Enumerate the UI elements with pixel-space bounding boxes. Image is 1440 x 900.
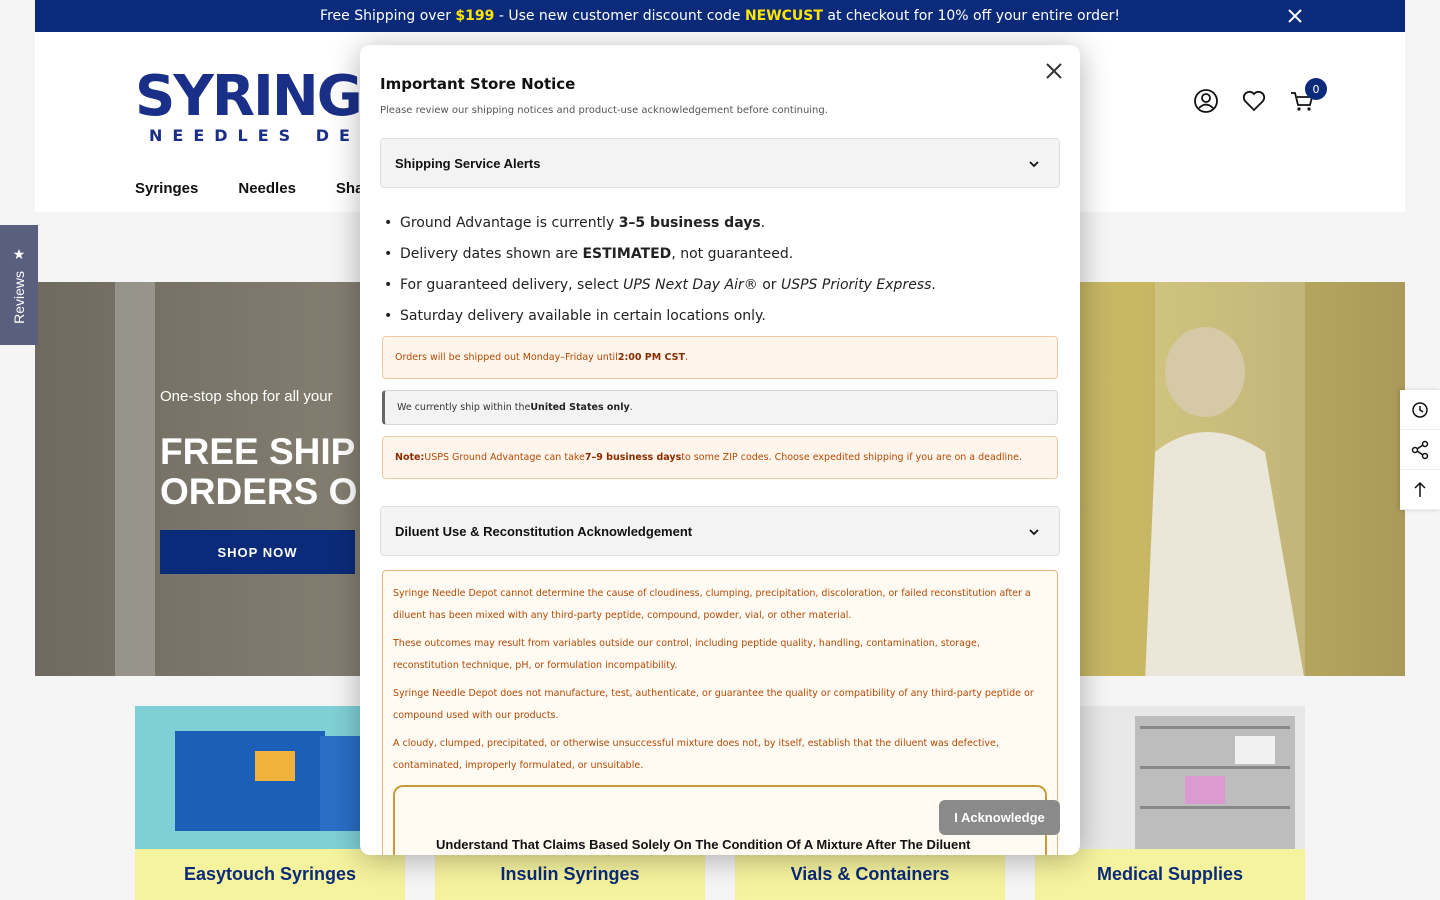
hero-tagline: One-stop shop for all your — [160, 388, 333, 405]
side-toolbar — [1400, 390, 1440, 510]
nav-item-syringes[interactable]: Syringes — [135, 180, 198, 197]
history-icon — [1412, 401, 1428, 418]
shipping-alerts-accordion[interactable]: Shipping Service Alerts — [380, 138, 1060, 188]
diluent-acknowledgement-accordion[interactable]: Diluent Use & Reconstitution Acknowledge… — [380, 506, 1060, 556]
acknowledge-button[interactable]: I Acknowledge — [939, 800, 1060, 835]
store-notice-modal: Important Store Notice Please review our… — [360, 45, 1080, 855]
list-item: Delivery dates shown are ESTIMATED, not … — [382, 244, 936, 275]
reviews-tab-label: Reviews — [11, 270, 27, 324]
ack-paragraph: Syringe Needle Depot cannot determine th… — [393, 588, 1031, 621]
ack-paragraph: A cloudy, clumped, precipitated, or othe… — [393, 738, 999, 771]
us-only-notice: We currently ship within the United Stat… — [382, 390, 1058, 425]
announcement-middle: - Use new customer discount code — [494, 8, 745, 24]
category-label: Easytouch Syringes — [135, 849, 405, 900]
arrow-up-icon — [1414, 481, 1426, 497]
modal-subtitle: Please review our shipping notices and p… — [380, 105, 828, 116]
list-item: Ground Advantage is currently 3–5 busine… — [382, 213, 936, 244]
account-icon[interactable] — [1193, 88, 1219, 114]
nav-item-needles[interactable]: Needles — [238, 180, 296, 197]
announcement-amount: $199 — [455, 8, 495, 24]
back-to-top-button[interactable] — [1400, 470, 1440, 510]
star-icon: ★ — [12, 246, 26, 263]
accordion-title: Diluent Use & Reconstitution Acknowledge… — [395, 523, 693, 539]
chevron-down-icon — [1029, 529, 1039, 536]
announcement-prefix: Free Shipping over — [320, 8, 456, 24]
recently-viewed-button[interactable] — [1400, 390, 1440, 430]
announcement-code: NEWCUST — [744, 8, 823, 24]
logo-wordmark: SYRINGE — [135, 64, 399, 129]
close-icon[interactable] — [1044, 61, 1064, 81]
modal-title: Important Store Notice — [380, 75, 576, 93]
list-item: For guaranteed delivery, select UPS Next… — [382, 275, 936, 306]
list-item: Saturday delivery available in certain l… — [382, 306, 936, 337]
hero-person-image — [1145, 327, 1304, 676]
ack-paragraph: Syringe Needle Depot does not manufactur… — [393, 688, 1034, 721]
cart-button[interactable]: 0 — [1289, 78, 1327, 114]
shipping-bullet-list: Ground Advantage is currently 3–5 busine… — [382, 213, 936, 337]
announcement-bar: Free Shipping over $199 - Use new custom… — [35, 0, 1405, 32]
hero-headline: FREE SHIP ORDERS O — [160, 432, 357, 512]
category-label: Insulin Syringes — [435, 849, 705, 900]
ack-paragraph: These outcomes may result from variables… — [393, 638, 980, 671]
shop-now-button[interactable]: SHOP NOW — [160, 530, 355, 574]
share-button[interactable] — [1400, 430, 1440, 470]
site-logo[interactable]: SYRINGE NEEDLES DEPO — [135, 50, 399, 146]
header-icons: 0 — [1193, 78, 1327, 114]
close-icon[interactable] — [1287, 8, 1303, 24]
announcement-suffix: at checkout for 10% off your entire orde… — [822, 8, 1120, 24]
category-label: Medical Supplies — [1035, 849, 1305, 900]
hero-headline-line2: ORDERS O — [160, 471, 358, 512]
shipping-cutoff-notice: Orders will be shipped out Monday–Friday… — [382, 336, 1058, 379]
share-icon — [1411, 440, 1429, 459]
accordion-title: Shipping Service Alerts — [395, 155, 541, 171]
hero-background-shelf — [115, 282, 155, 676]
hero-headline-line1: FREE SHIP — [160, 431, 356, 472]
wishlist-heart-icon[interactable] — [1241, 88, 1267, 114]
reviews-tab[interactable]: ★ Reviews — [0, 225, 38, 345]
ack-claims-heading: Understand That Claims Based Solely On T… — [436, 837, 971, 852]
cart-count-badge: 0 — [1305, 78, 1327, 100]
category-label: Vials & Containers — [735, 849, 1005, 900]
main-nav: Syringes Needles Sha — [135, 180, 363, 197]
usps-delay-notice: Note: USPS Ground Advantage can take 7–9… — [382, 436, 1058, 479]
chevron-down-icon — [1029, 161, 1039, 168]
